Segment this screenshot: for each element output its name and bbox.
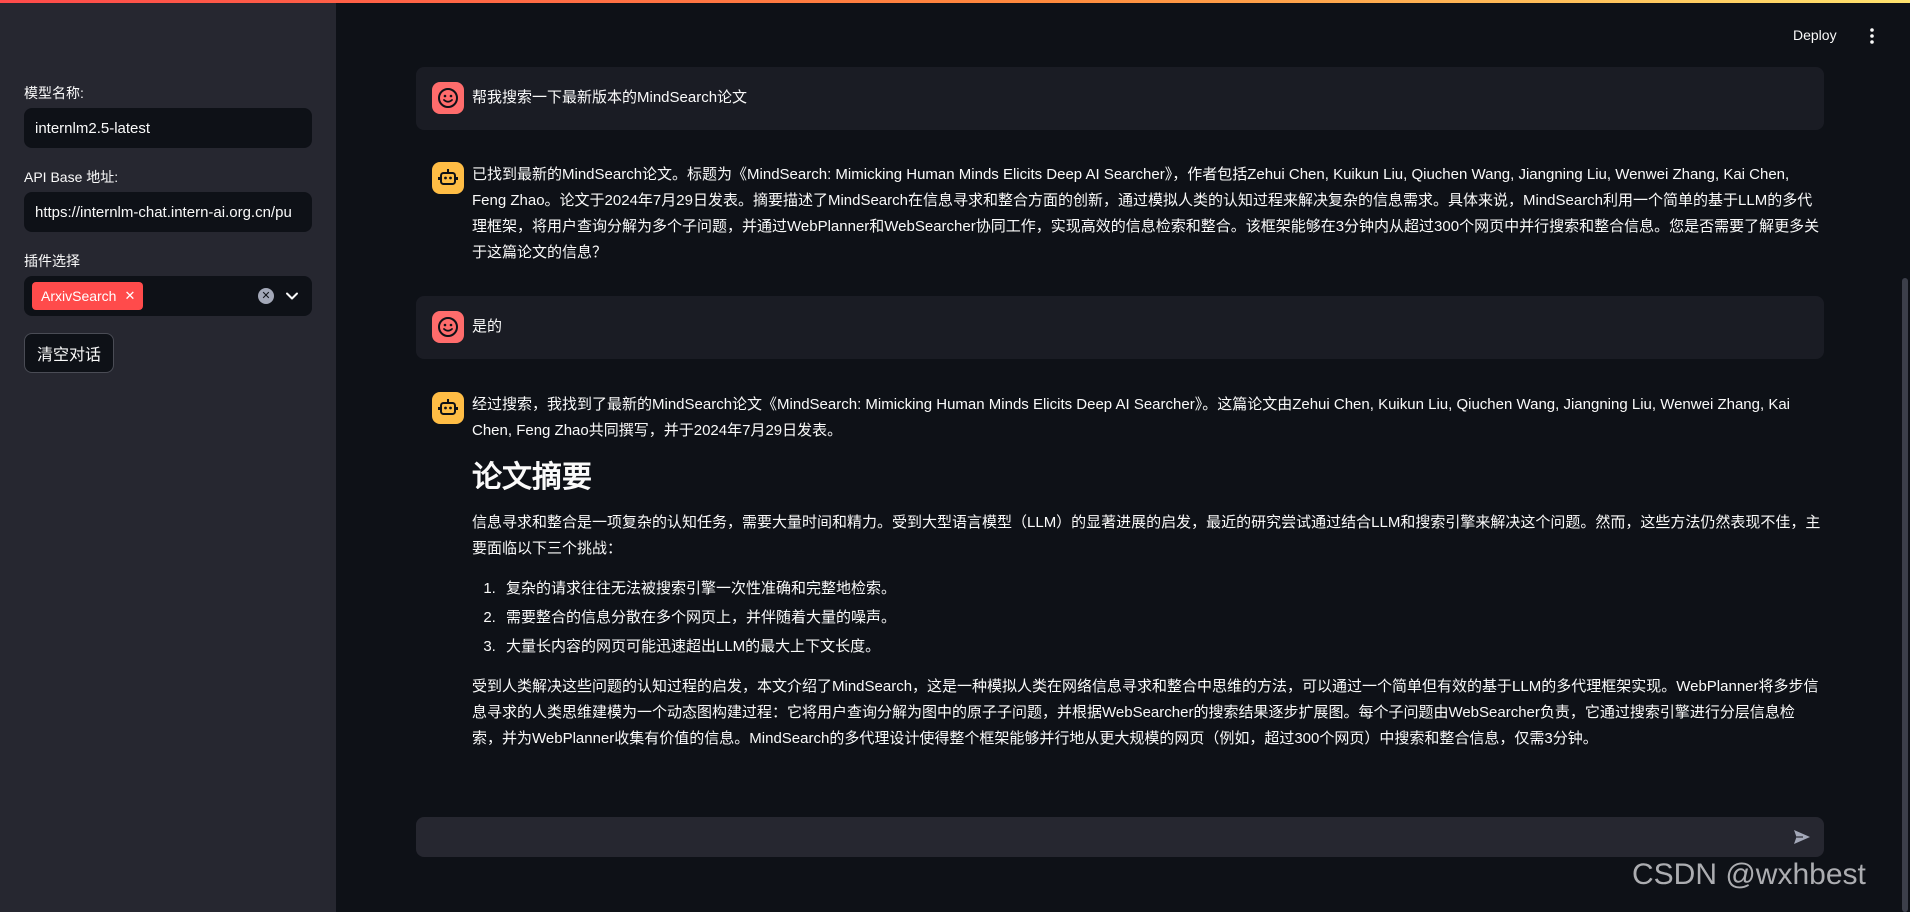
api-base-input[interactable] <box>24 192 312 232</box>
send-arrow-icon[interactable] <box>1792 827 1812 847</box>
model-name-input[interactable] <box>24 108 312 148</box>
chevron-down-icon[interactable] <box>284 288 300 304</box>
smiley-face-icon <box>432 82 464 114</box>
user-message-text: 是的 <box>472 318 503 335</box>
chat-message-user: 帮我搜索一下最新版本的MindSearch论文 <box>416 67 1824 130</box>
list-item: 需要整合的信息分散在多个网页上，并伴随着大量的噪声。 <box>500 605 1824 631</box>
model-name-label: 模型名称: <box>24 85 84 101</box>
robot-icon <box>432 162 464 194</box>
list-item: 大量长内容的网页可能迅速超出LLM的最大上下文长度。 <box>500 634 1824 660</box>
scrollbar-thumb[interactable] <box>1902 278 1908 912</box>
clear-conversation-button[interactable]: 清空对话 <box>24 333 114 373</box>
plugin-multiselect[interactable]: ArxivSearch ✕ ✕ <box>24 276 312 316</box>
clear-circle-icon[interactable]: ✕ <box>258 288 274 304</box>
chat-input[interactable] <box>416 817 1776 857</box>
plugin-tag: ArxivSearch ✕ <box>32 282 144 310</box>
abstract-paragraph: 受到人类解决这些问题的认知过程的启发，本文介绍了MindSearch，这是一种模… <box>472 678 1819 747</box>
challenge-list: 复杂的请求往往无法被搜索引擎一次性准确和完整地检索。 需要整合的信息分散在多个网… <box>500 576 1824 660</box>
smiley-face-icon <box>432 311 464 343</box>
chat-message-user: 是的 <box>416 296 1824 359</box>
assistant-intro-text: 经过搜索，我找到了最新的MindSearch论文《MindSearch: Mim… <box>472 396 1790 439</box>
list-item: 复杂的请求往往无法被搜索引擎一次性准确和完整地检索。 <box>500 576 1824 602</box>
assistant-message-text: 已找到最新的MindSearch论文。标题为《MindSearch: Mimic… <box>472 166 1820 261</box>
chat-message-assistant: 经过搜索，我找到了最新的MindSearch论文《MindSearch: Mim… <box>416 380 1824 800</box>
chat-input-container <box>416 817 1824 857</box>
api-base-label: API Base 地址: <box>24 169 119 185</box>
plugin-tag-label: ArxivSearch <box>41 288 117 304</box>
abstract-paragraph: 信息寻求和整合是一项复杂的认知任务，需要大量时间和精力。受到大型语言模型（LLM… <box>472 514 1821 557</box>
remove-tag-icon[interactable]: ✕ <box>124 288 135 304</box>
plugin-select-label: 插件选择 <box>24 253 80 269</box>
sidebar: 模型名称: API Base 地址: 插件选择 ArxivSearch ✕ ✕ … <box>0 0 336 912</box>
top-decoration-bar <box>0 0 1910 3</box>
user-message-text: 帮我搜索一下最新版本的MindSearch论文 <box>472 89 748 106</box>
chat-message-assistant: 已找到最新的MindSearch论文。标题为《MindSearch: Mimic… <box>416 150 1824 272</box>
assistant-message-body: 经过搜索，我找到了最新的MindSearch论文《MindSearch: Mim… <box>472 392 1824 766</box>
watermark: CSDN @wxhbest <box>1632 858 1866 891</box>
kebab-menu-icon[interactable] <box>1864 26 1880 46</box>
abstract-heading: 论文摘要 <box>472 461 592 494</box>
robot-icon <box>432 392 464 424</box>
deploy-button[interactable]: Deploy <box>1793 27 1837 43</box>
